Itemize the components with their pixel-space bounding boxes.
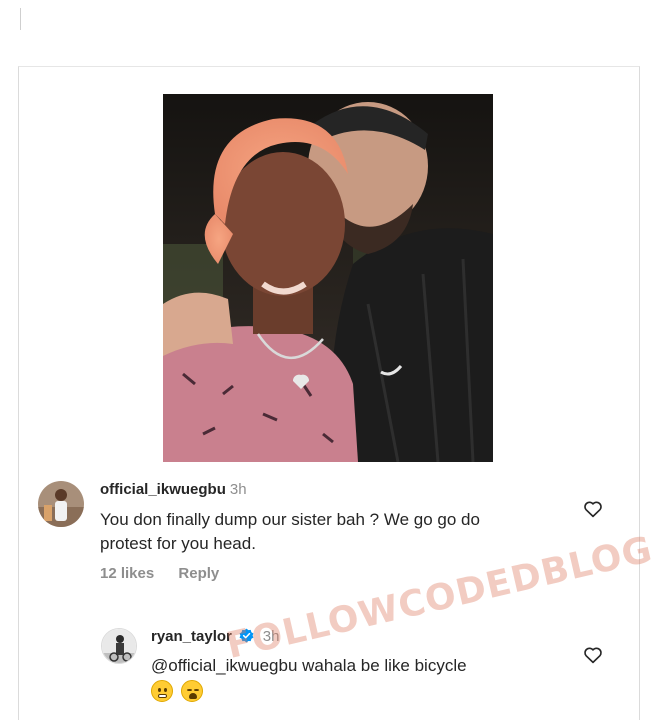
likes-count[interactable]: 12 likes [100,565,154,582]
comment-text: @official_ikwuegbu wahala be like bicycl… [151,654,571,678]
comment-text-line: You don finally dump our sister bah ? We… [100,510,480,529]
comment-header: official_ikwuegbu 3h [100,481,247,499]
comment-time: 3h [262,628,280,645]
comment-text-line: wahala be like bicycle [297,656,467,675]
weary-face-icon [181,680,204,702]
verified-badge-icon [239,628,254,648]
photo-illustration [163,94,493,462]
mention-link[interactable]: @official_ikwuegbu [151,656,297,675]
avatar[interactable] [38,481,84,527]
comment-time: 3h [229,481,247,498]
grimacing-face-icon [151,680,173,702]
reply-button[interactable]: Reply [178,565,219,582]
comment-username[interactable]: official_ikwuegbu [100,481,226,498]
like-heart-icon[interactable] [583,500,603,518]
emoji-row [151,680,207,702]
comment-username[interactable]: ryan_taylor [151,628,232,645]
divider [20,8,21,30]
comment-text-line: protest for you head. [100,534,256,553]
avatar[interactable] [101,628,137,664]
top-strip [0,0,658,62]
comment-header: ryan_taylor 3h [151,628,279,648]
comment-text: You don finally dump our sister bah ? We… [100,508,570,556]
comment-actions: 12 likes Reply [100,565,219,582]
post-photo[interactable] [163,94,493,462]
like-heart-icon[interactable] [583,646,603,664]
avatar-image [38,481,84,527]
